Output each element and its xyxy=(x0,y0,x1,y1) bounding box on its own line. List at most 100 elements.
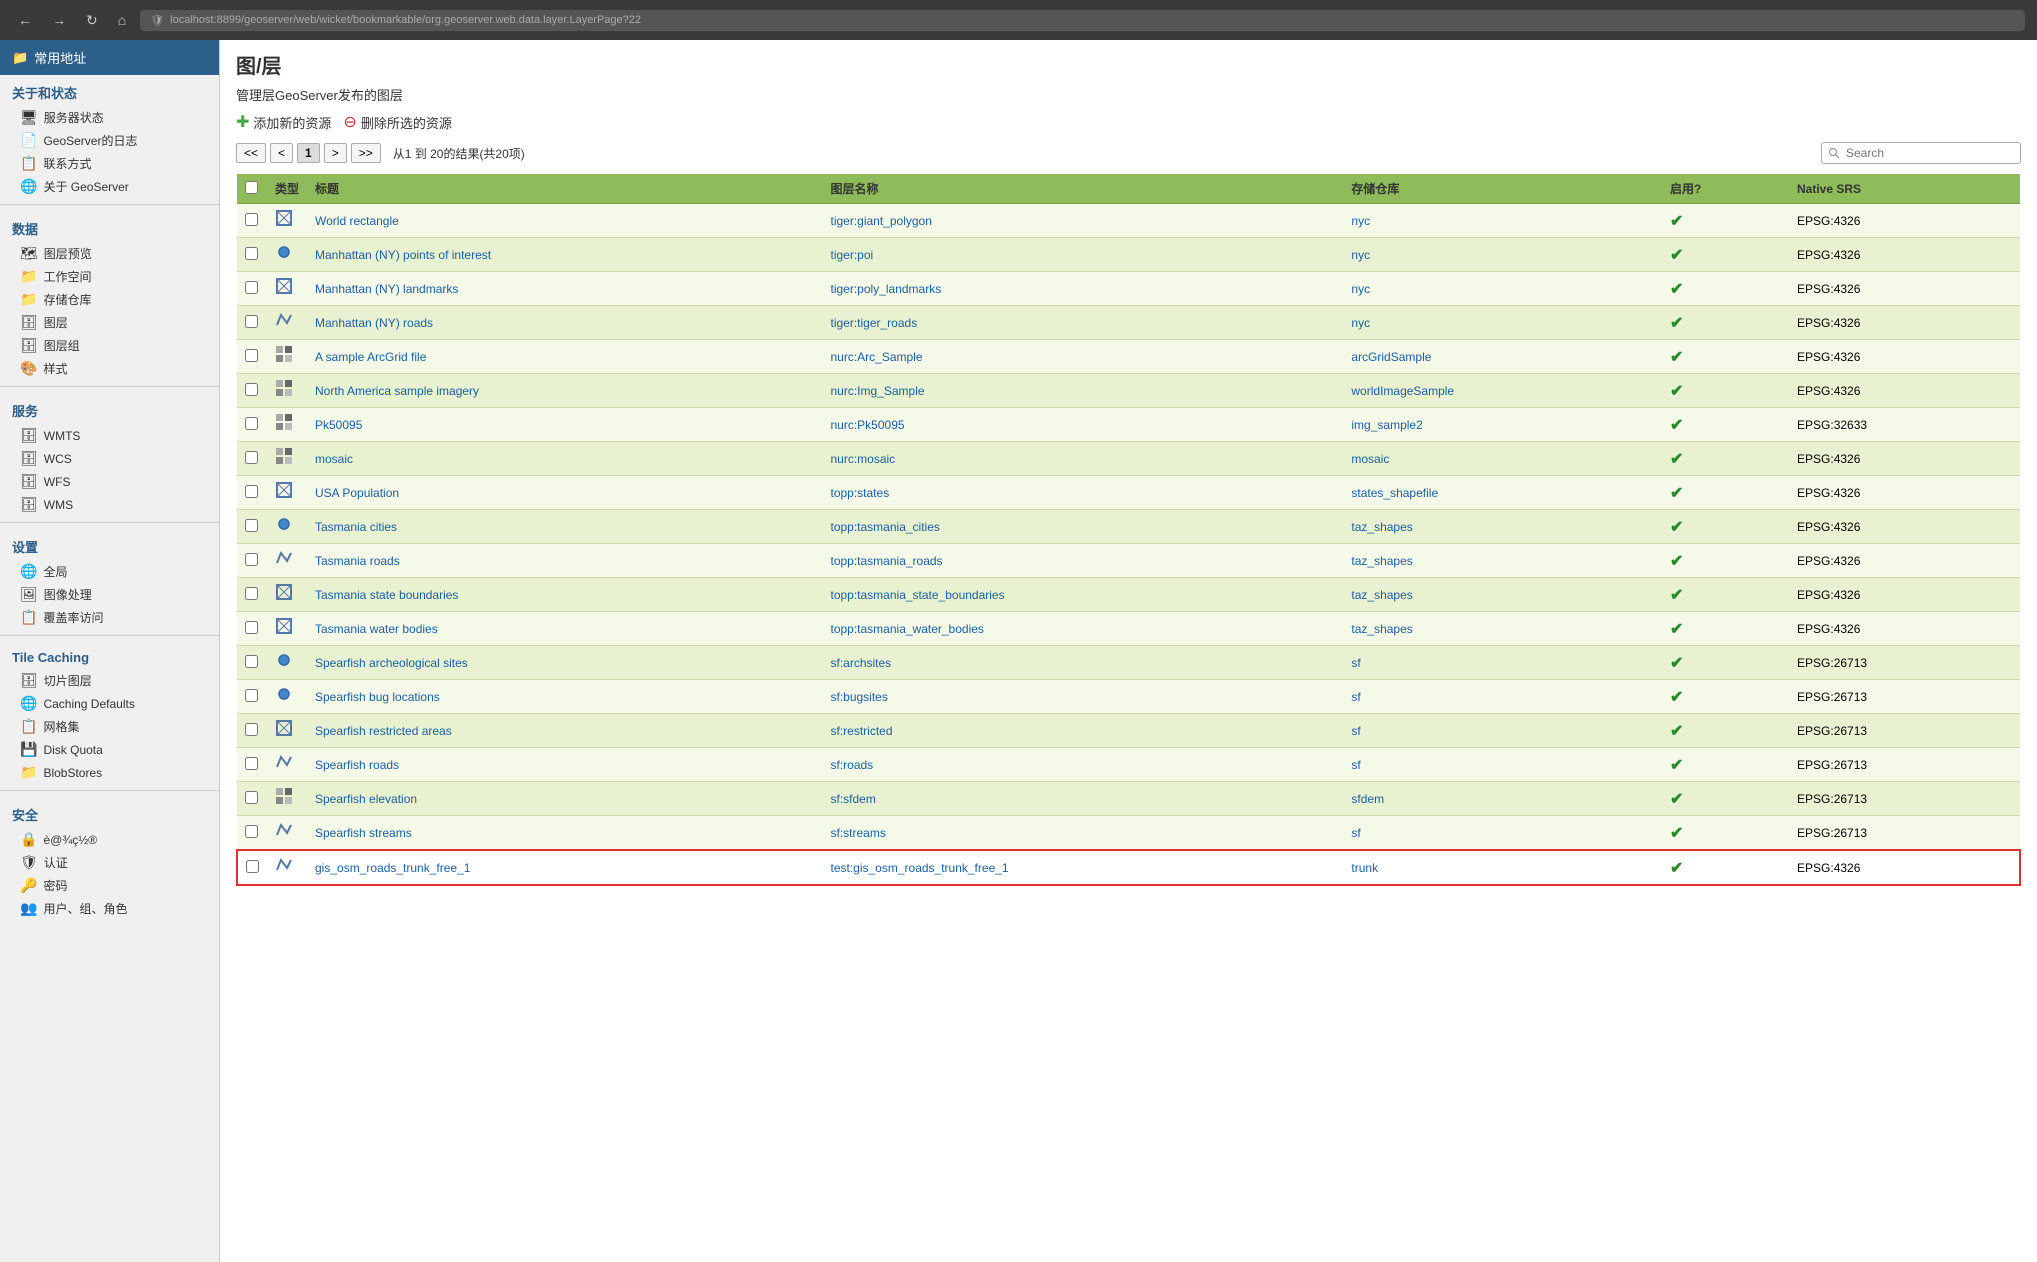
row-store-link[interactable]: states_shapefile xyxy=(1351,486,1438,500)
row-layer-name-link[interactable]: nurc:mosaic xyxy=(830,452,895,466)
row-layer-name-link[interactable]: nurc:Pk50095 xyxy=(830,418,904,432)
sidebar-item-users[interactable]: 👥 用户、组、角色 xyxy=(0,897,219,920)
row-layer-name-link[interactable]: sf:streams xyxy=(830,826,885,840)
row-store-link[interactable]: nyc xyxy=(1351,282,1370,296)
row-layer-name-link[interactable]: sf:bugsites xyxy=(830,690,887,704)
row-store-link[interactable]: img_sample2 xyxy=(1351,418,1422,432)
row-title-link[interactable]: Spearfish streams xyxy=(315,826,412,840)
row-title-link[interactable]: gis_osm_roads_trunk_free_1 xyxy=(315,861,470,875)
row-title-link[interactable]: World rectangle xyxy=(315,214,399,228)
add-resource-button[interactable]: ✚ 添加新的资源 xyxy=(236,112,331,132)
row-title-link[interactable]: Manhattan (NY) landmarks xyxy=(315,282,458,296)
bookmarks-header[interactable]: 📁 常用地址 xyxy=(0,40,219,75)
row-layer-name-link[interactable]: tiger:poly_landmarks xyxy=(830,282,941,296)
row-checkbox[interactable] xyxy=(246,860,259,873)
row-store-link[interactable]: trunk xyxy=(1351,861,1378,875)
back-button[interactable]: ← xyxy=(12,8,38,32)
sidebar-item-contact[interactable]: 📋 联系方式 xyxy=(0,152,219,175)
row-title-link[interactable]: Tasmania roads xyxy=(315,554,400,568)
next-page-button[interactable]: > xyxy=(324,143,347,163)
row-store-link[interactable]: sf xyxy=(1351,758,1360,772)
row-title-link[interactable]: Spearfish roads xyxy=(315,758,399,772)
row-layer-name-link[interactable]: tiger:tiger_roads xyxy=(830,316,917,330)
delete-selected-button[interactable]: ⊖ 删除所选的资源 xyxy=(343,112,451,132)
current-page-button[interactable]: 1 xyxy=(297,143,320,163)
row-title-link[interactable]: mosaic xyxy=(315,452,353,466)
row-checkbox[interactable] xyxy=(245,587,258,600)
row-title-link[interactable]: Spearfish restricted areas xyxy=(315,724,452,738)
sidebar-item-auth[interactable]: 🛡 认证 xyxy=(0,851,219,874)
row-store-link[interactable]: sf xyxy=(1351,826,1360,840)
row-title-link[interactable]: Manhattan (NY) points of interest xyxy=(315,248,491,262)
row-layer-name-link[interactable]: tiger:poi xyxy=(830,248,873,262)
sidebar-item-blobstores[interactable]: 📁 BlobStores xyxy=(0,761,219,784)
sidebar-item-image-processing[interactable]: 🖼 图像处理 xyxy=(0,583,219,606)
row-title-link[interactable]: Spearfish bug locations xyxy=(315,690,440,704)
row-checkbox[interactable] xyxy=(245,281,258,294)
row-checkbox[interactable] xyxy=(245,689,258,702)
row-store-link[interactable]: sf xyxy=(1351,656,1360,670)
sidebar-item-wfs[interactable]: 🗄 WFS xyxy=(0,470,219,493)
sidebar-item-layer-group[interactable]: 🗄 图层组 xyxy=(0,334,219,357)
refresh-button[interactable]: ↻ xyxy=(80,8,104,33)
row-title-link[interactable]: Tasmania state boundaries xyxy=(315,588,458,602)
row-checkbox[interactable] xyxy=(245,519,258,532)
row-title-link[interactable]: A sample ArcGrid file xyxy=(315,350,426,364)
row-store-link[interactable]: taz_shapes xyxy=(1351,622,1412,636)
sidebar-item-security-settings[interactable]: 🔒 è@¾ç½® xyxy=(0,828,219,851)
row-checkbox[interactable] xyxy=(245,383,258,396)
row-layer-name-link[interactable]: sf:restricted xyxy=(830,724,892,738)
sidebar-item-style[interactable]: 🎨 样式 xyxy=(0,357,219,380)
row-store-link[interactable]: worldImageSample xyxy=(1351,384,1454,398)
row-store-link[interactable]: sfdem xyxy=(1351,792,1384,806)
row-checkbox[interactable] xyxy=(245,621,258,634)
row-checkbox[interactable] xyxy=(245,791,258,804)
row-checkbox[interactable] xyxy=(245,485,258,498)
row-layer-name-link[interactable]: sf:sfdem xyxy=(830,792,875,806)
home-button[interactable]: ⌂ xyxy=(112,8,132,32)
row-title-link[interactable]: North America sample imagery xyxy=(315,384,479,398)
sidebar-item-disk-quota[interactable]: 💾 Disk Quota xyxy=(0,738,219,761)
row-store-link[interactable]: nyc xyxy=(1351,248,1370,262)
sidebar-item-gridsets[interactable]: 📋 网格集 xyxy=(0,715,219,738)
row-store-link[interactable]: taz_shapes xyxy=(1351,554,1412,568)
row-layer-name-link[interactable]: nurc:Img_Sample xyxy=(830,384,924,398)
sidebar-item-workspace[interactable]: 📁 工作空间 xyxy=(0,265,219,288)
sidebar-item-tile-layers[interactable]: 🗄 切片图层 xyxy=(0,669,219,692)
sidebar-item-coverage[interactable]: 📋 覆盖率访问 xyxy=(0,606,219,629)
row-store-link[interactable]: nyc xyxy=(1351,316,1370,330)
sidebar-item-caching-defaults[interactable]: 🌐 Caching Defaults xyxy=(0,692,219,715)
row-store-link[interactable]: sf xyxy=(1351,690,1360,704)
row-checkbox[interactable] xyxy=(245,213,258,226)
row-title-link[interactable]: Pk50095 xyxy=(315,418,362,432)
url-bar[interactable]: 🛡 localhost:8899/geoserver/web/wicket/bo… xyxy=(140,10,2025,31)
forward-button[interactable]: → xyxy=(46,8,72,32)
row-checkbox[interactable] xyxy=(245,315,258,328)
search-input[interactable] xyxy=(1821,142,2021,164)
row-layer-name-link[interactable]: tiger:giant_polygon xyxy=(830,214,931,228)
sidebar-item-wmts[interactable]: 🗄 WMTS xyxy=(0,424,219,447)
row-checkbox[interactable] xyxy=(245,451,258,464)
sidebar-item-layer-preview[interactable]: 🗺 图层预览 xyxy=(0,242,219,265)
row-layer-name-link[interactable]: test:gis_osm_roads_trunk_free_1 xyxy=(830,861,1008,875)
row-title-link[interactable]: Tasmania cities xyxy=(315,520,397,534)
row-layer-name-link[interactable]: topp:tasmania_roads xyxy=(830,554,942,568)
sidebar-item-about[interactable]: 🌐 关于 GeoServer xyxy=(0,175,219,198)
row-checkbox[interactable] xyxy=(245,349,258,362)
row-checkbox[interactable] xyxy=(245,417,258,430)
prev-page-button[interactable]: < xyxy=(270,143,293,163)
row-store-link[interactable]: taz_shapes xyxy=(1351,520,1412,534)
row-layer-name-link[interactable]: sf:roads xyxy=(830,758,873,772)
row-checkbox[interactable] xyxy=(245,655,258,668)
first-page-button[interactable]: << xyxy=(236,143,266,163)
row-store-link[interactable]: sf xyxy=(1351,724,1360,738)
row-layer-name-link[interactable]: topp:tasmania_state_boundaries xyxy=(830,588,1004,602)
row-title-link[interactable]: Tasmania water bodies xyxy=(315,622,438,636)
row-checkbox[interactable] xyxy=(245,553,258,566)
sidebar-item-geoserver-log[interactable]: 📄 GeoServer的日志 xyxy=(0,129,219,152)
sidebar-item-server-status[interactable]: 🖥 服务器状态 xyxy=(0,106,219,129)
row-title-link[interactable]: Manhattan (NY) roads xyxy=(315,316,433,330)
row-store-link[interactable]: nyc xyxy=(1351,214,1370,228)
row-store-link[interactable]: arcGridSample xyxy=(1351,350,1431,364)
sidebar-item-global[interactable]: 🌐 全局 xyxy=(0,560,219,583)
